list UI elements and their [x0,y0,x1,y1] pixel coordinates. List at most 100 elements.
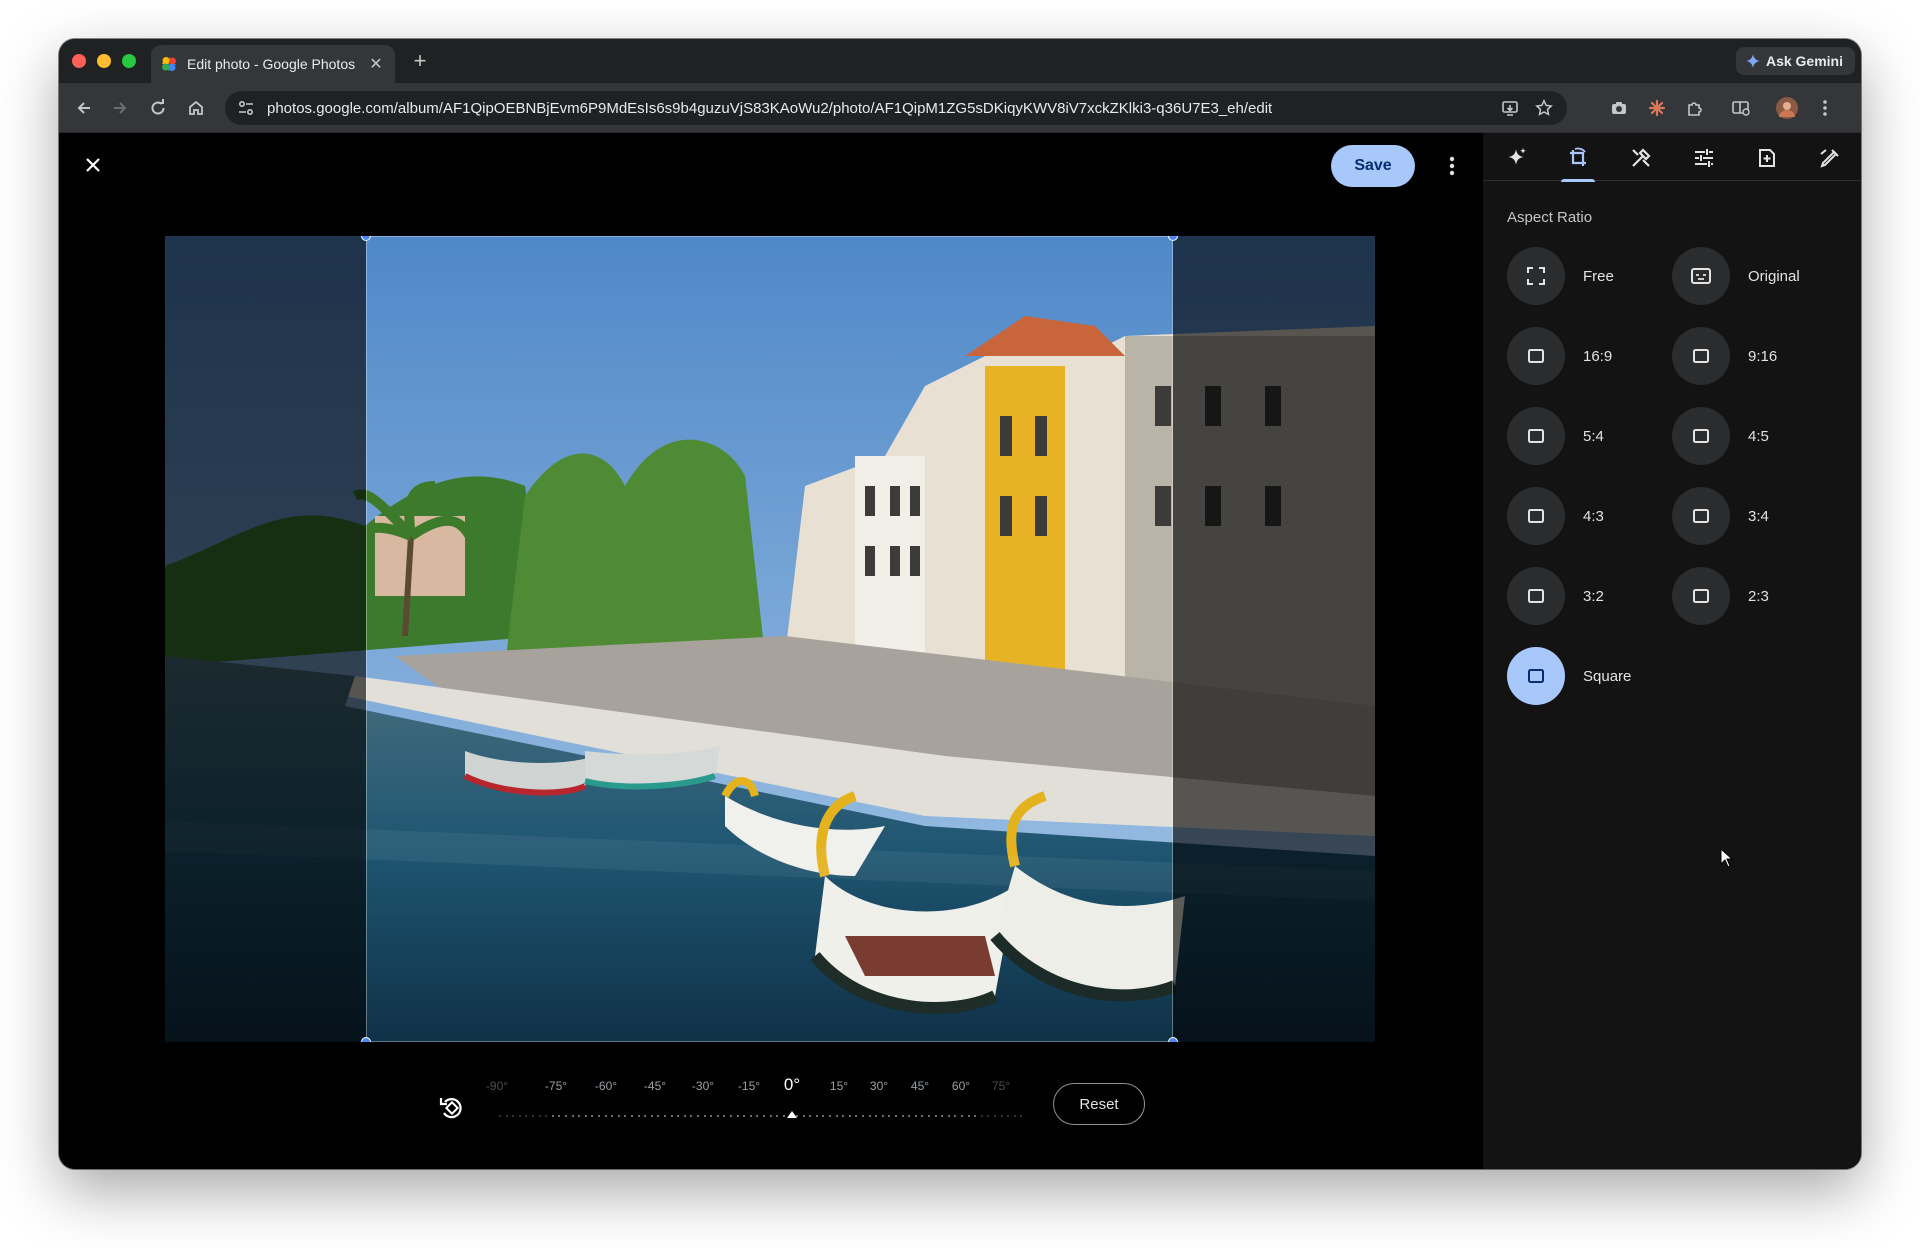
new-tab-button[interactable]: + [407,48,433,74]
close-window-button[interactable] [72,54,86,68]
forward-button[interactable] [107,95,133,121]
ruler-tick [1007,1115,1010,1117]
home-button[interactable] [183,95,209,121]
save-button[interactable]: Save [1331,145,1415,187]
suggestions-icon[interactable] [1501,143,1531,173]
aspect-ratio-option-square[interactable]: Square [1507,647,1631,705]
aspect-ratio-option-16-9[interactable]: 16:9 [1507,327,1612,385]
ruler-tick [584,1115,587,1117]
ruler-tick [591,1115,594,1117]
fullscreen-window-button[interactable] [122,54,136,68]
ruler-tick [921,1115,924,1117]
close-editor-button[interactable] [79,151,107,179]
google-photos-icon [162,57,176,71]
ruler-tick [697,1115,699,1117]
aspect-ratio-option-3-2[interactable]: 3:2 [1507,567,1604,625]
markup-icon[interactable] [1815,143,1845,173]
crop-rotate-icon[interactable] [1561,143,1595,182]
aspect-ratio-label: 16:9 [1583,347,1613,365]
aspect-ratio-option-4-5[interactable]: 4:5 [1672,407,1769,465]
install-app-icon[interactable] [1501,99,1519,117]
tab-edit-photo[interactable]: Edit photo - Google Photos ✕ [151,45,395,83]
ruler-tick [545,1115,548,1117]
tools-icon[interactable] [1626,143,1656,173]
tab-close-icon[interactable]: ✕ [367,54,385,74]
edit-tools-panel: Aspect Ratio Free Original 16:9 9:16 5:4 4:5 4… [1483,133,1861,1169]
ruler-tick [934,1115,937,1117]
aspect-ratio-label: 2:3 [1748,587,1769,605]
aspect-ratio-option-9-16[interactable]: 9:16 [1672,327,1777,385]
profile-avatar[interactable] [1775,96,1799,120]
ruler-tick [848,1115,851,1117]
ruler-tick [994,1115,996,1117]
ruler-tick [776,1115,779,1117]
ruler-tick [888,1115,891,1117]
crop-frame[interactable] [366,236,1173,1042]
ruler-tick [875,1115,878,1117]
ruler-tick [604,1115,607,1117]
crop-handle-bottom-left[interactable] [361,1037,371,1042]
extensions-puzzle-icon[interactable] [1683,96,1707,120]
rotation-label: 60° [951,1079,971,1093]
ruler-tick [730,1115,732,1117]
rotation-current-angle: 0° [783,1075,801,1094]
ratio-icon [1507,647,1565,705]
reset-button[interactable]: Reset [1053,1083,1145,1125]
claude-extension-icon[interactable] [1645,96,1669,120]
filters-icon[interactable] [1752,143,1782,173]
crop-handle-bottom-right[interactable] [1168,1037,1178,1042]
reload-button[interactable] [145,95,171,121]
adjust-icon[interactable] [1689,143,1719,173]
ruler-tick [617,1115,620,1117]
ratio-icon [1507,327,1565,385]
browser-menu-icon[interactable] [1813,96,1837,120]
mouse-cursor-icon [1720,848,1734,868]
ruler-tick [532,1115,534,1117]
aspect-ratio-label: 3:4 [1748,507,1769,525]
close-icon [86,158,100,172]
more-options-button[interactable] [1437,151,1467,181]
rotation-ruler[interactable]: -90° -75° -60° -45° -30° -15° 0° 15° 30°… [486,1063,1079,1143]
rotation-label: -15° [737,1079,761,1093]
ruler-tick [716,1115,719,1117]
ruler-tick [914,1115,917,1117]
ratio-icon [1672,407,1730,465]
crop-mask-left [165,236,366,1042]
ruler-tick [631,1115,633,1117]
bookmark-star-icon[interactable] [1535,99,1553,117]
address-bar[interactable]: photos.google.com/album/AF1QipOEBNBjEvm6… [225,91,1567,125]
ruler-tick [980,1115,983,1117]
photo-canvas[interactable] [165,236,1375,1042]
crop-mask-right [1173,236,1375,1042]
rotation-label: -90° [485,1079,509,1093]
ruler-tick [1013,1115,1016,1117]
minimize-window-button[interactable] [97,54,111,68]
ratio-icon [1507,407,1565,465]
ruler-tick [571,1115,574,1117]
aspect-ratio-option-original[interactable]: Original [1672,247,1800,305]
rotation-label: 75° [991,1079,1011,1093]
aspect-ratio-option-free[interactable]: Free [1507,247,1614,305]
more-vert-icon [1449,156,1455,176]
ruler-tick [961,1115,963,1117]
aspect-ratio-option-3-4[interactable]: 3:4 [1672,487,1769,545]
aspect-ratio-option-4-3[interactable]: 4:3 [1507,487,1604,545]
reading-mode-icon[interactable] [1729,96,1753,120]
rotation-label: -75° [544,1079,568,1093]
aspect-ratio-label: 3:2 [1583,587,1604,605]
rotate-icon[interactable] [437,1093,467,1123]
ruler-tick [862,1115,864,1117]
window-controls [72,54,136,68]
ruler-tick [815,1115,818,1117]
ruler-tick [842,1115,845,1117]
back-button[interactable] [71,95,97,121]
ruler-tick [538,1115,541,1117]
ruler-tick [756,1115,759,1117]
ask-gemini-button[interactable]: Ask Gemini [1735,47,1855,75]
aspect-ratio-option-2-3[interactable]: 2:3 [1672,567,1769,625]
ruler-tick [518,1115,521,1117]
camera-extension-icon[interactable] [1607,96,1631,120]
ruler-tick [598,1115,600,1117]
ruler-tick [868,1115,871,1117]
aspect-ratio-option-5-4[interactable]: 5:4 [1507,407,1604,465]
